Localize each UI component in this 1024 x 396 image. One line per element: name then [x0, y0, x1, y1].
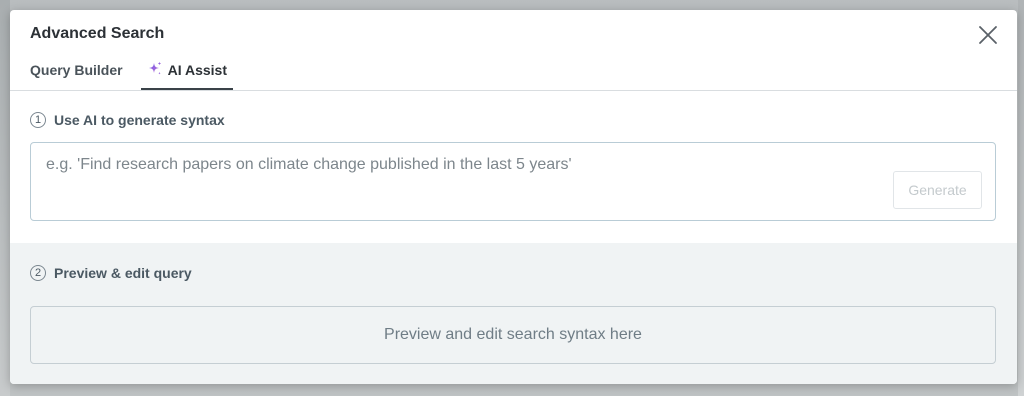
advanced-search-dialog: Advanced Search Query Builder AI Assist … — [10, 10, 1017, 384]
step-heading-label: Preview & edit query — [54, 265, 192, 281]
tab-label: Query Builder — [30, 62, 123, 78]
step-heading: 1 Use AI to generate syntax — [30, 112, 225, 128]
sparkle-icon — [148, 61, 161, 75]
close-button[interactable] — [977, 24, 999, 46]
tab-bar: Query Builder AI Assist — [30, 61, 233, 90]
ai-prompt-input[interactable] — [31, 143, 881, 220]
backdrop — [0, 0, 10, 396]
tab-ai-assist[interactable]: AI Assist — [140, 61, 233, 90]
tab-query-builder[interactable]: Query Builder — [30, 62, 123, 90]
step-number-badge: 1 — [30, 112, 46, 128]
step-heading-label: Use AI to generate syntax — [54, 112, 225, 128]
ai-prompt-box: Generate — [30, 142, 996, 221]
preview-placeholder: Preview and edit search syntax here — [384, 326, 642, 343]
close-icon — [979, 26, 997, 44]
tab-label: AI Assist — [167, 62, 227, 78]
ai-generate-section: 1 Use AI to generate syntax Generate — [10, 91, 1017, 243]
dialog-header: Advanced Search Query Builder AI Assist — [10, 10, 1017, 91]
step-number-badge: 2 — [30, 265, 46, 281]
step-heading: 2 Preview & edit query — [30, 265, 192, 281]
query-preview-editor[interactable]: Preview and edit search syntax here — [30, 306, 996, 364]
backdrop — [1018, 0, 1024, 396]
preview-section: 2 Preview & edit query Preview and edit … — [10, 243, 1017, 384]
dialog-title: Advanced Search — [30, 25, 165, 42]
generate-button[interactable]: Generate — [893, 171, 982, 209]
